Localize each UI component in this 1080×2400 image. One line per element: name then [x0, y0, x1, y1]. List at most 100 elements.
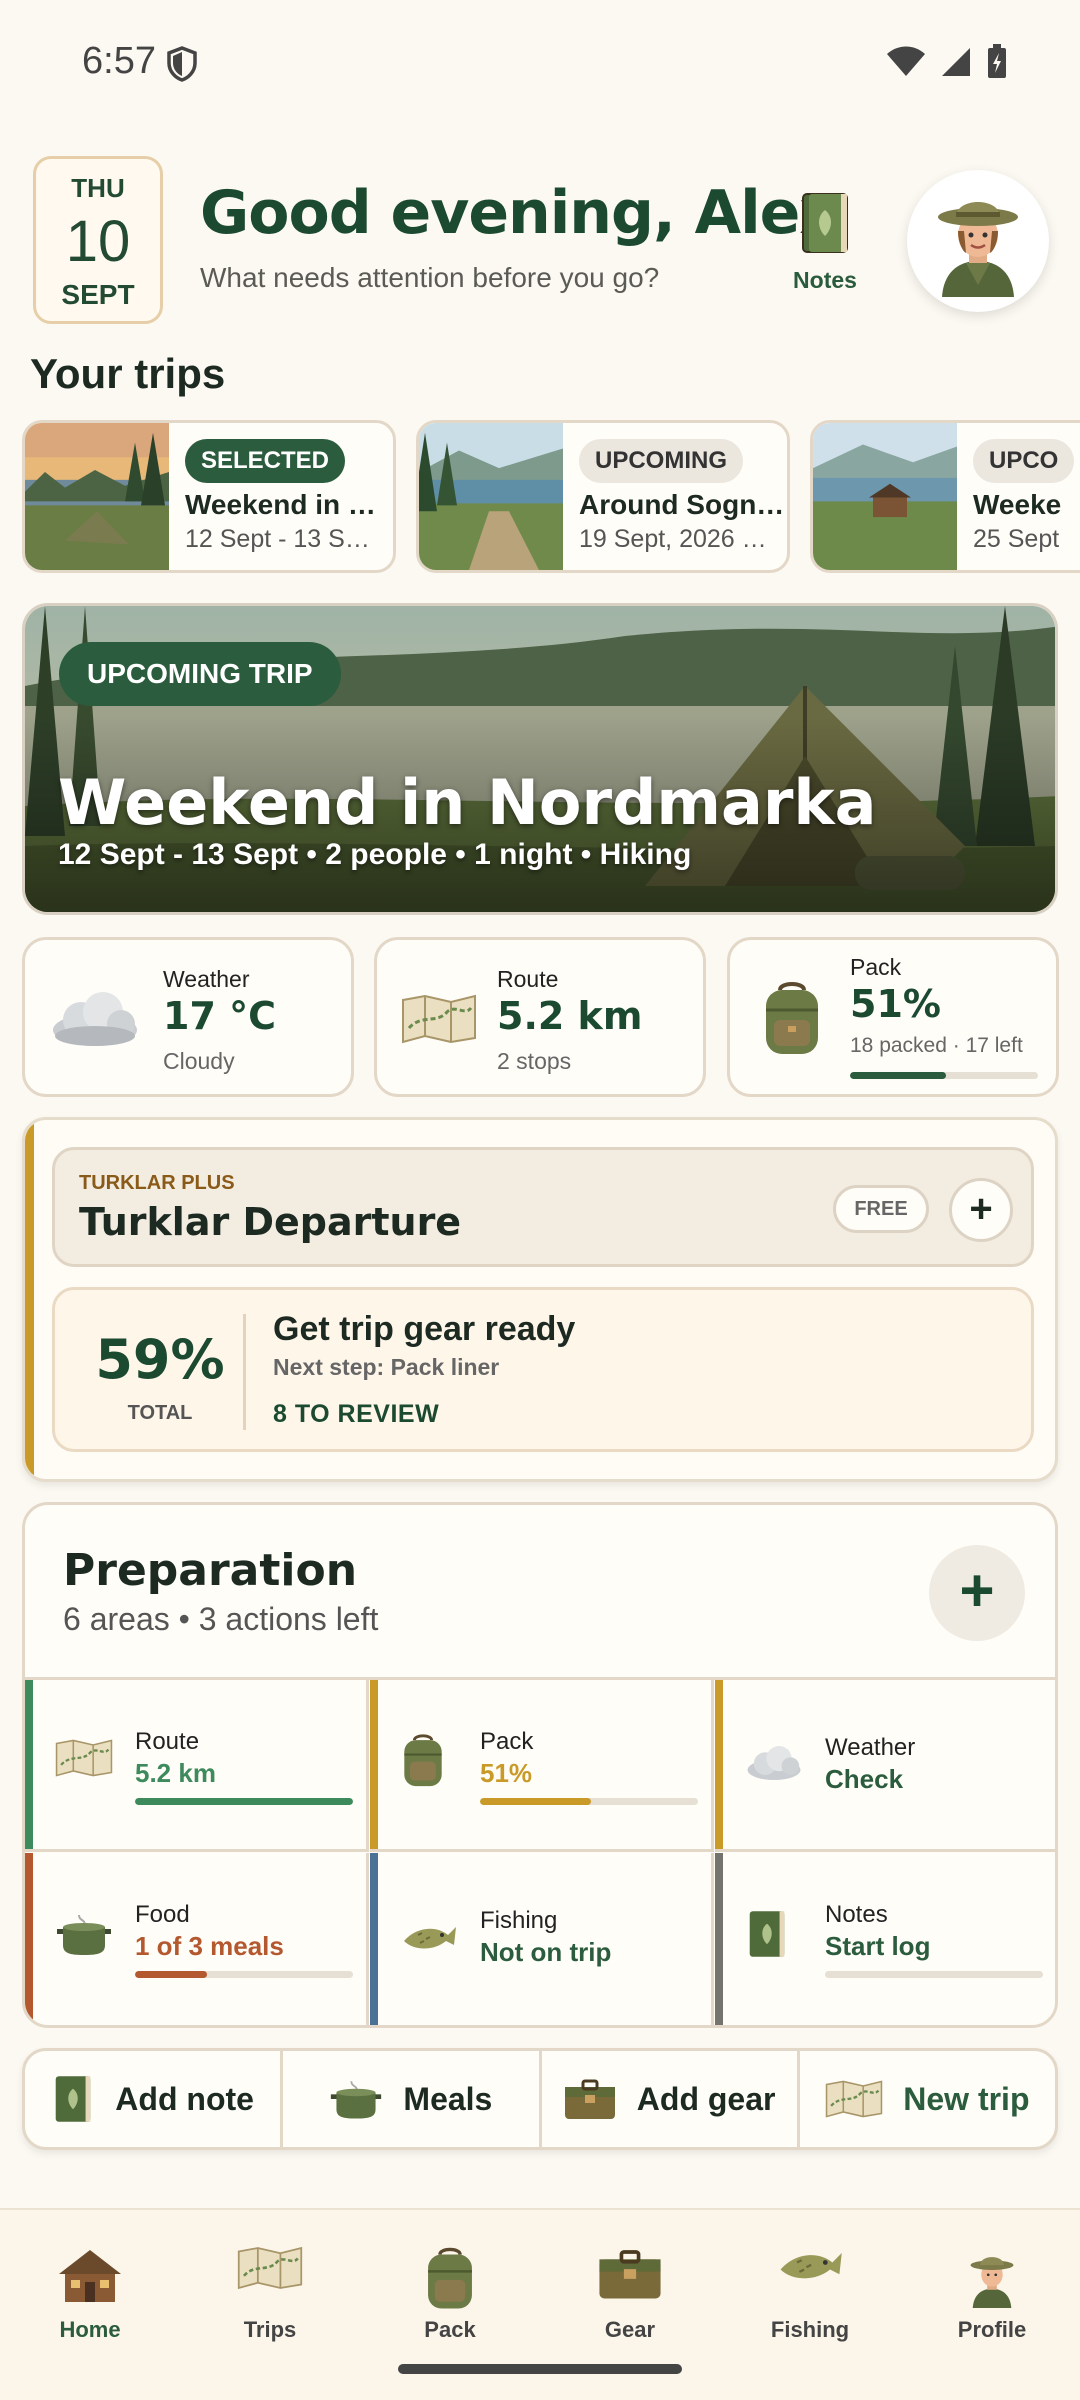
prep-progress-fill	[135, 1798, 353, 1805]
cabin-icon	[59, 2250, 121, 2302]
nav-profile[interactable]: Profile	[922, 2246, 1062, 2343]
divider	[243, 1314, 246, 1430]
total-label: TOTAL	[127, 1402, 193, 1424]
trip-photo-cabin	[813, 423, 957, 570]
review-link[interactable]: 8 TO REVIEW	[273, 1400, 439, 1429]
wifi-icon	[887, 46, 925, 76]
nav-fishing[interactable]: Fishing	[740, 2246, 880, 2343]
prep-progress-fill	[480, 1798, 592, 1805]
quick-actions-bar: Add note Meals Add gear New trip	[22, 2048, 1058, 2150]
pack-progress-fill	[850, 1072, 946, 1079]
route-sub: 2 stops	[497, 1048, 572, 1074]
preparation-add-button[interactable]: +	[929, 1545, 1025, 1641]
add-note-label: Add note	[115, 2080, 254, 2117]
gear-box-icon	[564, 2079, 615, 2119]
hiker-avatar-icon	[938, 202, 1018, 297]
preparation-title: Preparation	[63, 1545, 358, 1596]
greeting-subtitle: What needs attention before you go?	[200, 262, 660, 293]
status-time: 6:57	[82, 40, 156, 82]
accent-bar	[715, 1853, 723, 2025]
map-icon	[826, 2080, 883, 2118]
turklar-accent-bar	[25, 1120, 34, 1479]
trip-card[interactable]: UPCOMING Around Sogn… 19 Sept, 2026 …	[416, 420, 790, 573]
turklar-add-button[interactable]: +	[949, 1178, 1013, 1242]
pack-stat-card[interactable]: Pack 51% 18 packed · 17 left	[727, 937, 1059, 1097]
prep-value: Start log	[825, 1931, 931, 1961]
prep-value: 1 of 3 meals	[135, 1931, 284, 1961]
prep-weather[interactable]: Weather Check	[715, 1680, 1055, 1852]
nav-home[interactable]: Home	[20, 2246, 160, 2343]
gesture-handle[interactable]	[398, 2364, 682, 2374]
notebook-icon	[749, 1911, 785, 1957]
date-month: SEPT	[61, 279, 135, 310]
prep-fishing[interactable]: Fishing Not on trip	[370, 1853, 714, 2025]
plus-icon: +	[969, 1187, 993, 1231]
prep-label: Notes	[825, 1901, 888, 1928]
prep-value: Check	[825, 1764, 904, 1794]
prep-pack[interactable]: Pack 51%	[370, 1680, 714, 1852]
gear-ready-title: Get trip gear ready	[273, 1310, 576, 1348]
prep-label: Fishing	[480, 1907, 558, 1934]
trip-status-badge: UPCOMING	[579, 439, 743, 483]
total-percent: 59%	[95, 1328, 225, 1391]
prep-progress	[480, 1798, 698, 1805]
trip-photo-fjord	[419, 423, 563, 570]
route-stat-card[interactable]: Route 5.2 km 2 stops	[374, 937, 706, 1097]
prep-label: Food	[135, 1901, 190, 1928]
trip-dates: 19 Sept, 2026 …	[579, 525, 767, 553]
trip-status-badge: SELECTED	[185, 439, 346, 483]
new-trip-label: New trip	[903, 2080, 1030, 2117]
shield-icon	[167, 46, 197, 82]
gear-ready-card[interactable]: 59% TOTAL Get trip gear ready Next step:…	[52, 1287, 1034, 1452]
trip-dates: 12 Sept - 13 S…	[185, 525, 370, 553]
fish-icon	[404, 1927, 456, 1949]
notebook-icon	[56, 2076, 91, 2122]
trip-photo-tent	[25, 423, 169, 570]
fish-icon	[780, 2253, 842, 2279]
cloud-icon	[53, 992, 137, 1046]
add-gear-button[interactable]: Add gear	[542, 2051, 800, 2147]
notebook-icon	[802, 193, 848, 253]
nav-gear[interactable]: Gear	[560, 2246, 700, 2343]
date-weekday: THU	[71, 173, 125, 203]
greeting-title: Good evening, Alex	[200, 178, 838, 248]
trip-carousel[interactable]: SELECTED Weekend in … 12 Sept - 13 S… UP…	[22, 420, 1080, 575]
nav-fishing-label: Fishing	[770, 2317, 850, 2342]
gear-box-icon	[599, 2250, 661, 2299]
nav-pack-label: Pack	[424, 2317, 476, 2342]
route-value: 5.2 km	[497, 994, 643, 1038]
preparation-grid: Route 5.2 km Pack 51% Weather Check Food…	[25, 1677, 1055, 2025]
trip-card[interactable]: UPCO Weeke 25 Sept	[810, 420, 1080, 573]
prep-value: Not on trip	[480, 1937, 612, 1967]
new-trip-button[interactable]: New trip	[800, 2051, 1055, 2147]
preparation-card: Preparation 6 areas • 3 actions left + R…	[22, 1502, 1058, 2028]
pot-icon	[57, 1914, 111, 1955]
trip-card[interactable]: SELECTED Weekend in … 12 Sept - 13 S…	[22, 420, 396, 573]
weather-value: 17 °C	[163, 994, 276, 1038]
turklar-title: Turklar Departure	[79, 1200, 462, 1244]
notes-label: Notes	[793, 267, 857, 293]
hero-trip-card[interactable]: UPCOMING TRIP Weekend in Nordmarka 12 Se…	[22, 603, 1058, 915]
preparation-subtitle: 6 areas • 3 actions left	[63, 1601, 379, 1637]
trip-dates: 25 Sept	[973, 525, 1060, 553]
avatar[interactable]	[907, 170, 1049, 312]
hero-subtitle: 12 Sept - 13 Sept • 2 people • 1 night •…	[58, 838, 692, 871]
weather-stat-card[interactable]: Weather 17 °C Cloudy	[22, 937, 354, 1097]
backpack-icon	[766, 982, 818, 1054]
hero-title: Weekend in Nordmarka	[58, 766, 877, 839]
cloud-icon	[747, 1745, 801, 1781]
prep-progress-fill	[135, 1971, 207, 1978]
add-note-button[interactable]: Add note	[25, 2051, 284, 2147]
backpack-icon	[428, 2247, 472, 2309]
nav-trips[interactable]: Trips	[200, 2246, 340, 2343]
notes-button[interactable]: Notes	[780, 190, 870, 294]
nav-pack[interactable]: Pack	[380, 2246, 520, 2343]
meals-button[interactable]: Meals	[283, 2051, 542, 2147]
pot-icon	[331, 2081, 382, 2119]
prep-food[interactable]: Food 1 of 3 meals	[25, 1853, 369, 2025]
accent-bar	[25, 1680, 33, 1849]
nav-gear-label: Gear	[604, 2317, 656, 2342]
prep-value: 5.2 km	[135, 1758, 216, 1788]
prep-route[interactable]: Route 5.2 km	[25, 1680, 369, 1852]
prep-notes[interactable]: Notes Start log	[715, 1853, 1055, 2025]
